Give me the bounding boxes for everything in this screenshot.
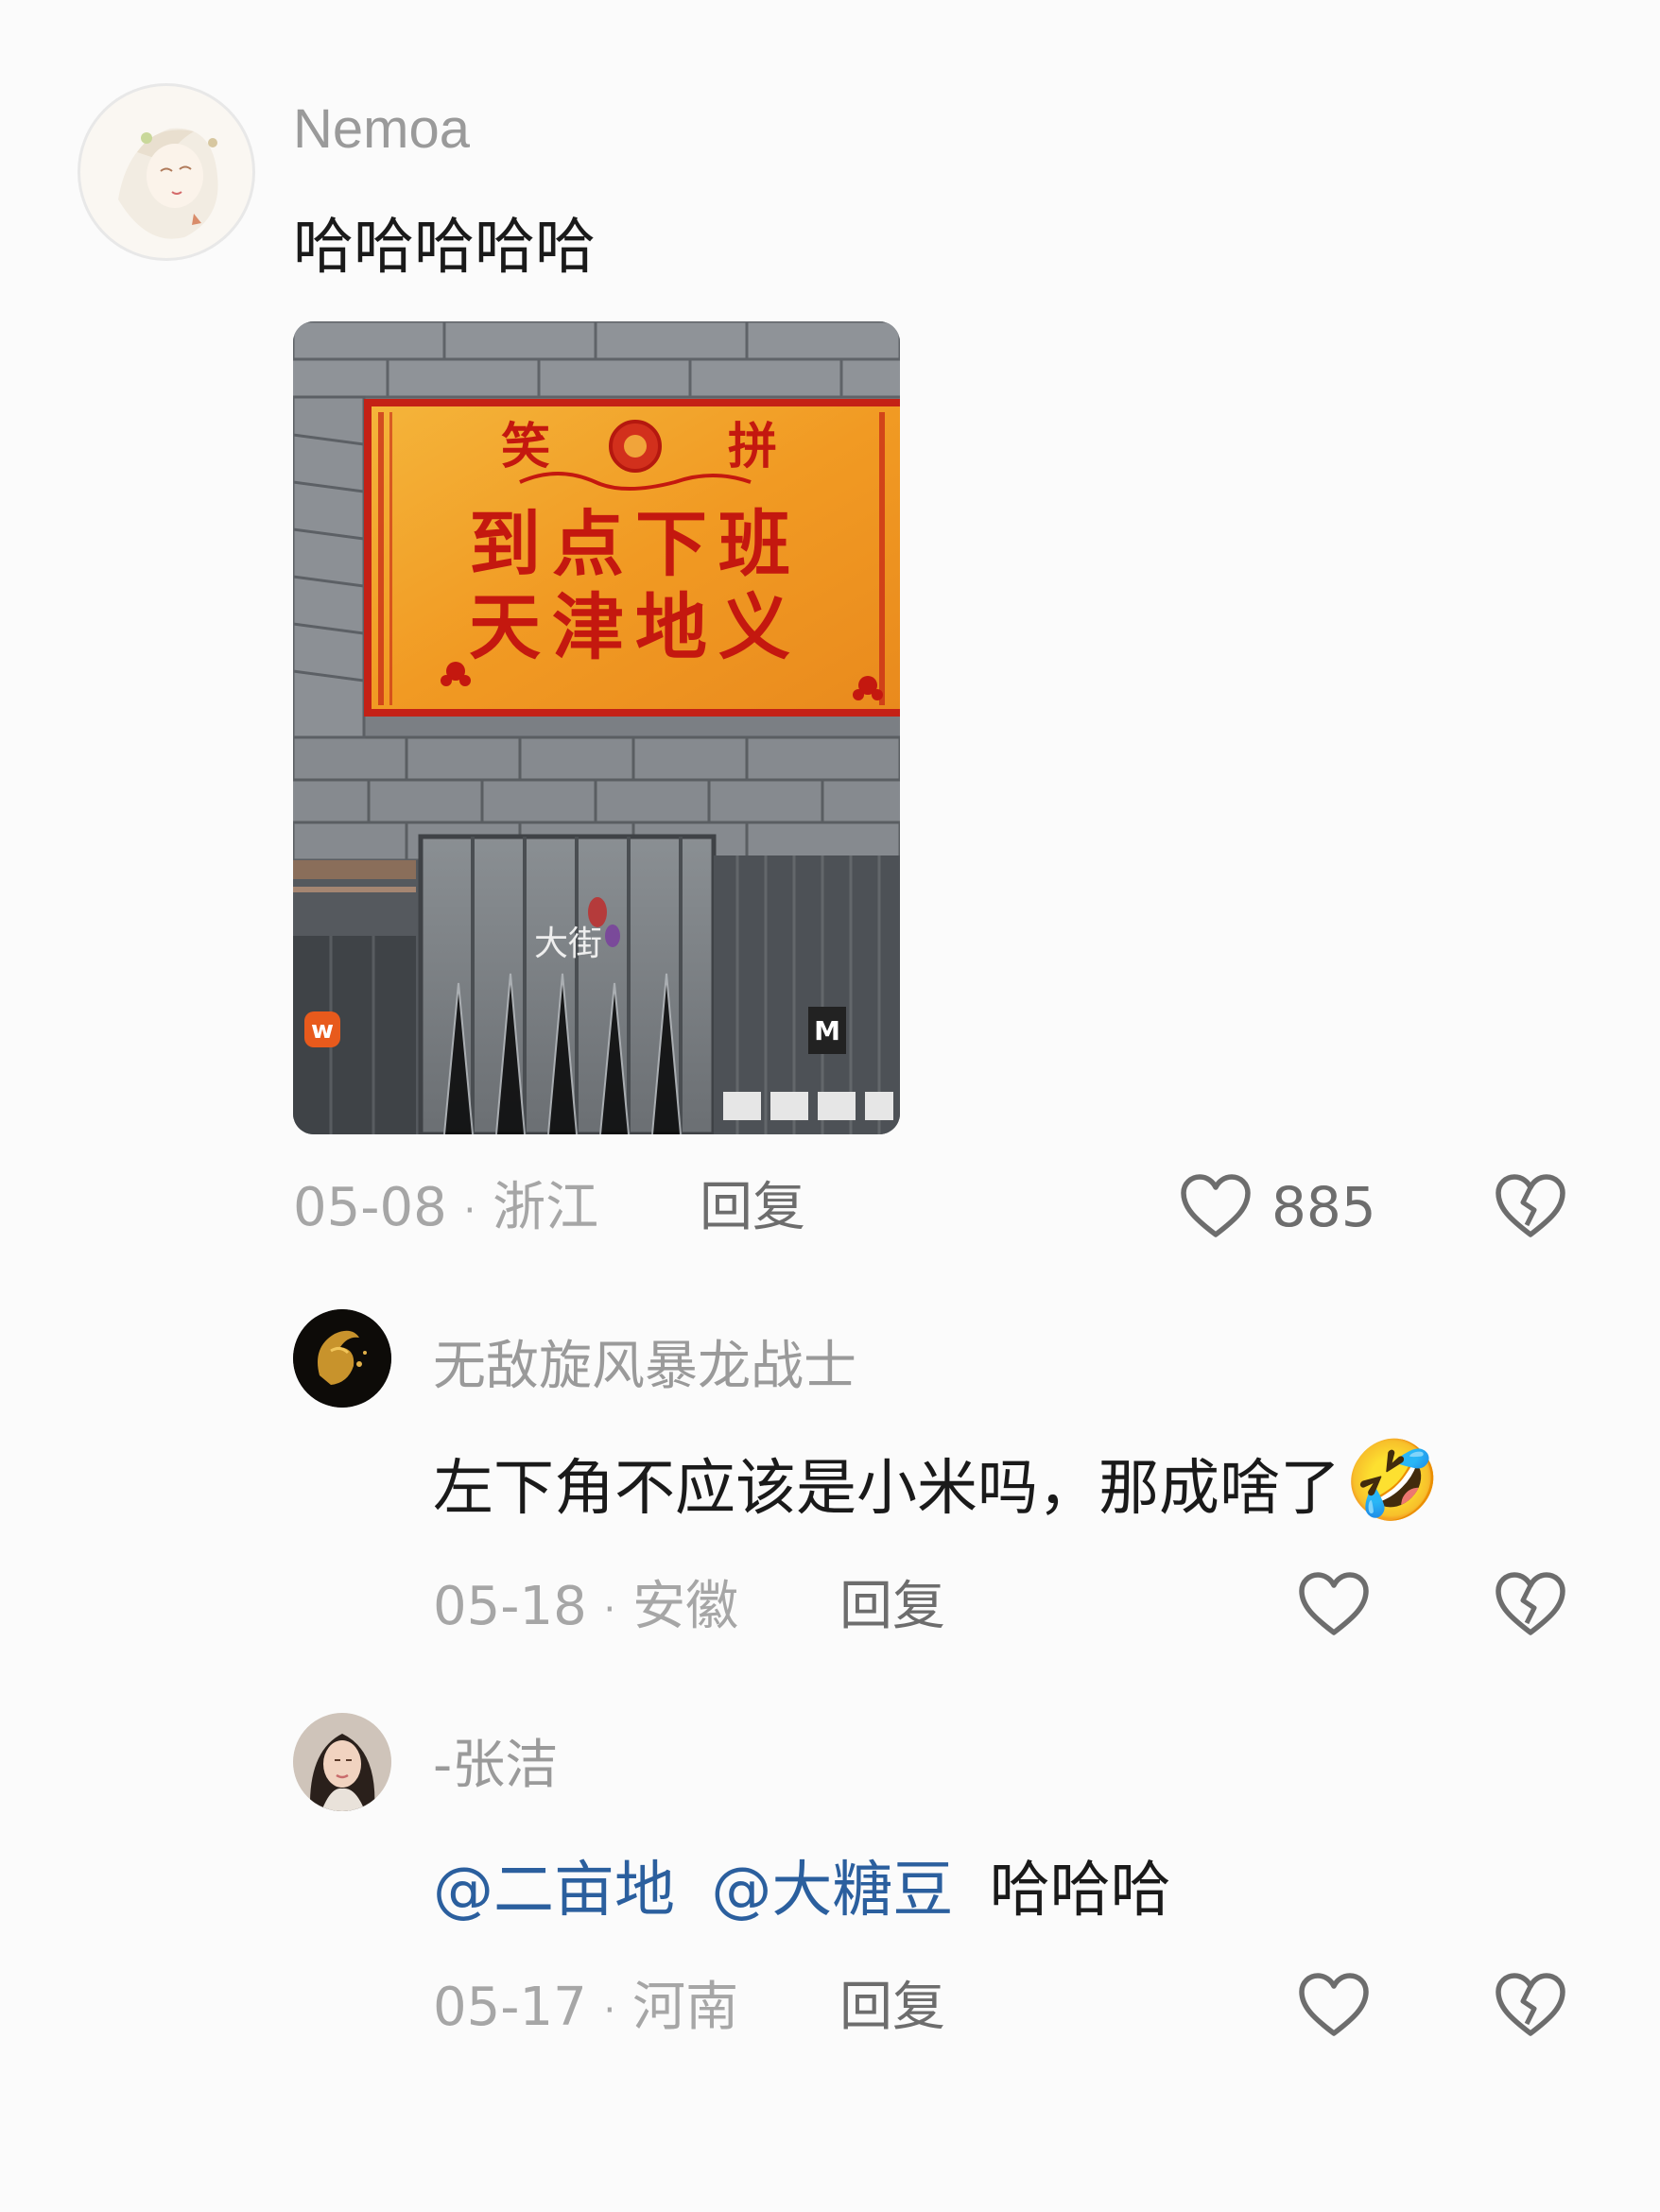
meta-separator: · [603, 1587, 616, 1632]
like-button[interactable] [1295, 1565, 1373, 1643]
store-badge-left: w [311, 1016, 334, 1045]
comment-image[interactable]: 笑 拼 到点下班 天津地义 大街 M w [293, 321, 900, 1134]
like-button[interactable] [1295, 1966, 1373, 2044]
comment-body: 哈哈哈 [989, 1856, 1171, 1926]
heart-outline-icon [1299, 1973, 1369, 2036]
mall-logo: 大街 [534, 925, 602, 963]
comment-location: 浙江 [493, 1177, 599, 1238]
dislike-button[interactable] [1492, 1966, 1569, 2044]
heart-outline-icon [1181, 1174, 1251, 1237]
comment-meta: 05-18 · 安徽 [433, 1581, 738, 1633]
building-sign-photo: 笑 拼 到点下班 天津地义 大街 M w [293, 321, 900, 1134]
reply-button[interactable]: 回复 [839, 1581, 945, 1633]
avatar[interactable] [78, 83, 255, 261]
like-button[interactable] [1177, 1167, 1254, 1245]
heart-outline-icon [1299, 1572, 1369, 1635]
mention-link[interactable]: @二亩地 [433, 1856, 675, 1926]
sign-top-left: 笑 [501, 419, 550, 475]
comment-date: 05-08 [293, 1177, 447, 1238]
like-count: 885 [1271, 1175, 1376, 1239]
username[interactable]: Nemoa [293, 102, 470, 157]
avatar-portrait [293, 1713, 391, 1811]
username[interactable]: 无敌旋风暴龙战士 [433, 1340, 856, 1393]
dislike-button[interactable] [1492, 1167, 1569, 1245]
comment-text: 左下角不应该是小米吗，那成啥了 🤣 [433, 1443, 1441, 1524]
comment-date: 05-18 [433, 1576, 587, 1637]
comment-meta: 05-17 · 河南 [433, 1981, 738, 2034]
comment-date: 05-17 [433, 1977, 587, 2038]
comment-body: 左下角不应该是小米吗，那成啥了 [433, 1454, 1340, 1524]
broken-heart-icon [1496, 1174, 1565, 1237]
meta-separator: · [463, 1188, 476, 1233]
mention-link[interactable]: @大糖豆 [711, 1856, 953, 1926]
broken-heart-icon [1496, 1973, 1565, 2036]
comment-text: 哈哈哈哈哈 [293, 213, 596, 283]
avatar[interactable] [293, 1713, 391, 1811]
username[interactable]: -张洁 [433, 1739, 558, 1792]
reply-button[interactable]: 回复 [839, 1981, 945, 2034]
reply-button[interactable]: 回复 [700, 1182, 805, 1235]
avatar[interactable] [293, 1309, 391, 1408]
avatar-illustration [80, 86, 252, 258]
comment-location: 河南 [632, 1977, 739, 2038]
store-badge-right: M [814, 1015, 840, 1046]
sign-line-2: 天津地义 [469, 585, 802, 669]
comment-text: @二亩地 @大糖豆 哈哈哈 [433, 1860, 1171, 1921]
sign-line-1: 到点下班 [469, 502, 802, 586]
comment-meta: 05-08 · 浙江 [293, 1182, 598, 1235]
rolling-laughing-emoji: 🤣 [1344, 1436, 1442, 1526]
meta-separator: · [603, 1988, 616, 2032]
avatar-dragon-logo [293, 1309, 391, 1408]
sign-top-right: 拼 [728, 419, 777, 475]
comment-location: 安徽 [632, 1576, 739, 1637]
broken-heart-icon [1496, 1572, 1565, 1635]
dislike-button[interactable] [1492, 1565, 1569, 1643]
